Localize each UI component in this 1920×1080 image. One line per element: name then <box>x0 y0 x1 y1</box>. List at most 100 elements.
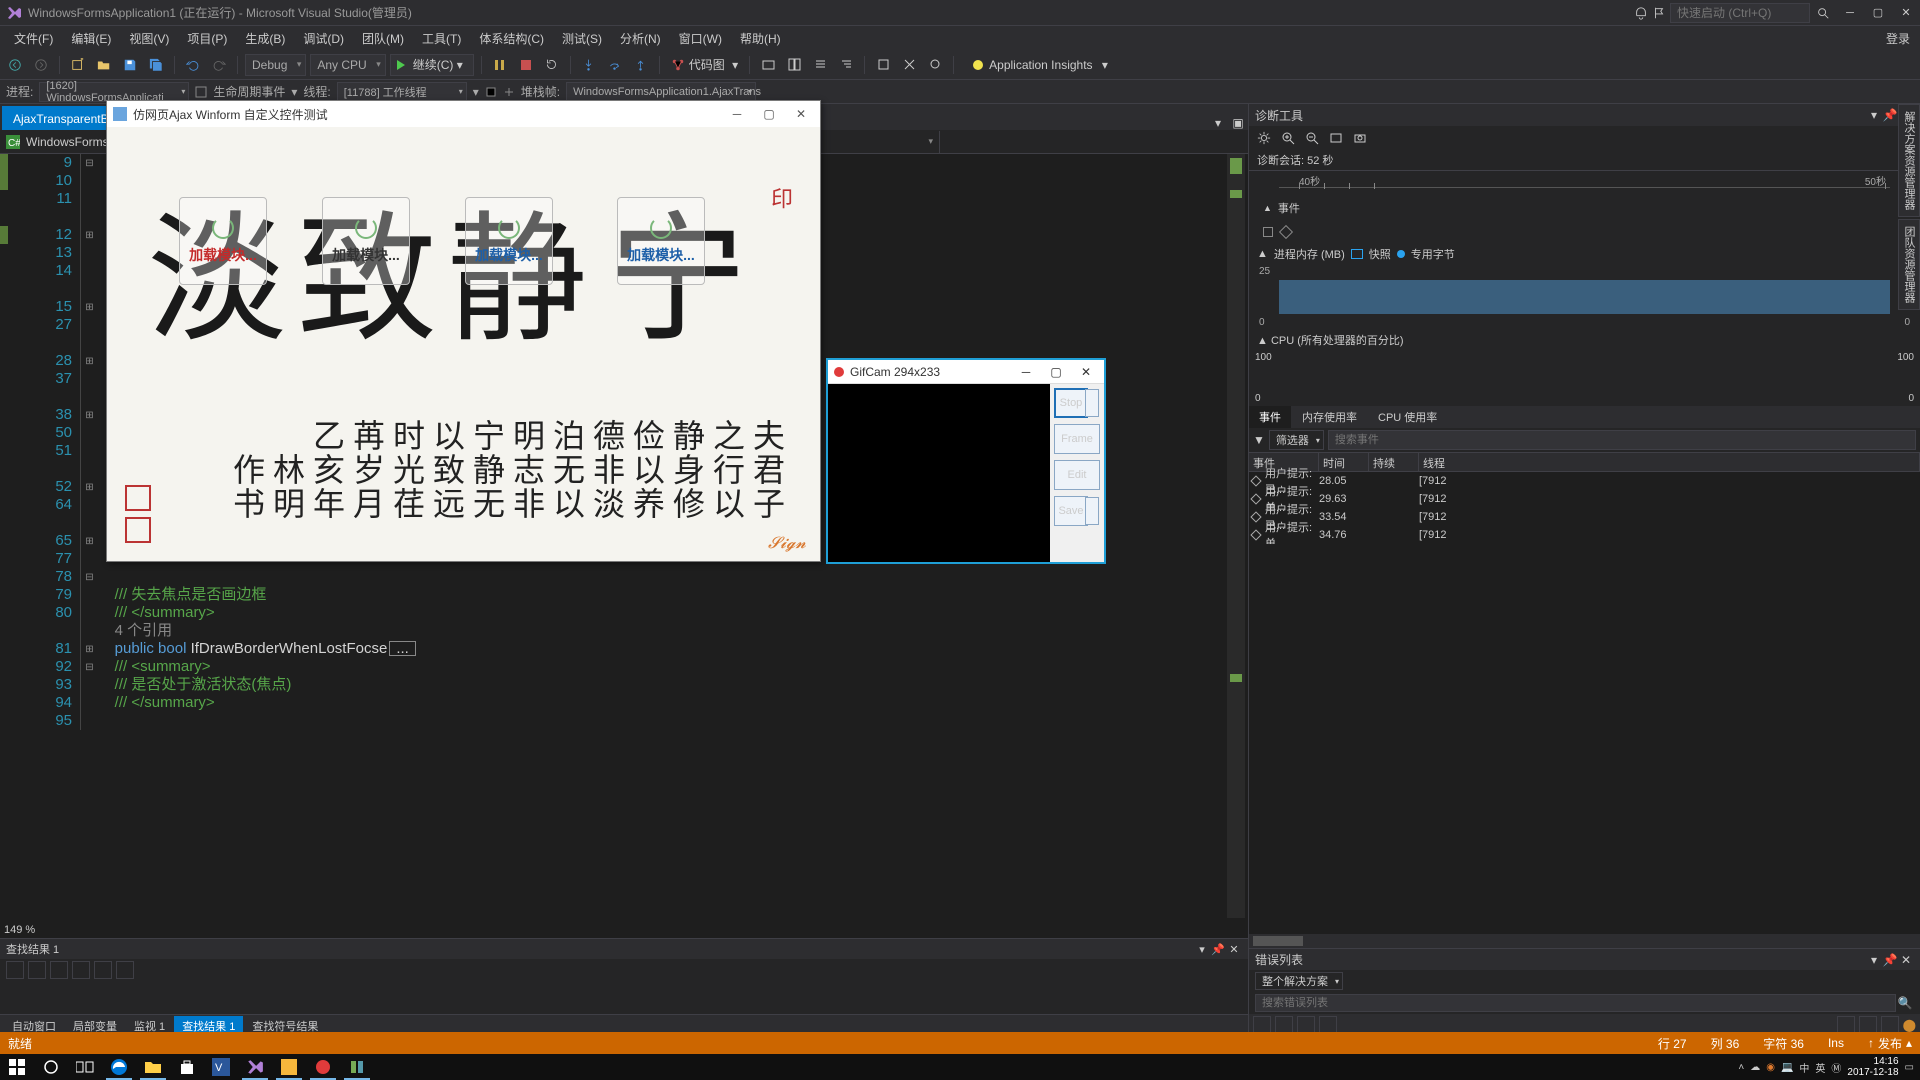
pause-icon[interactable] <box>489 54 511 76</box>
menu-analyze[interactable]: 分析(N) <box>612 27 669 50</box>
overview-ruler[interactable] <box>1227 154 1245 918</box>
winform-min[interactable]: ─ <box>724 104 750 124</box>
tabs-fullscreen[interactable]: ▣ <box>1228 116 1248 130</box>
tray-action-center-icon[interactable]: ▭ <box>1905 1062 1914 1073</box>
step-out-icon[interactable] <box>630 54 652 76</box>
nav-back-icon[interactable] <box>4 54 26 76</box>
tb-gifcam[interactable] <box>306 1054 340 1080</box>
lifecycle-icon[interactable] <box>195 86 207 98</box>
diag-tool-reset[interactable] <box>1327 129 1345 147</box>
filter-combo[interactable]: 筛选器 <box>1269 430 1324 450</box>
diag-tab-events[interactable]: 事件 <box>1249 406 1291 428</box>
diag-tab-memory[interactable]: 内存使用率 <box>1292 406 1367 428</box>
nav-fwd-icon[interactable] <box>30 54 52 76</box>
minimize-button[interactable]: ─ <box>1836 2 1864 24</box>
gifcam-preview[interactable] <box>828 384 1050 562</box>
err-scope-combo[interactable]: 整个解决方案 <box>1255 972 1343 990</box>
search-icon[interactable] <box>1816 6 1830 20</box>
menu-file[interactable]: 文件(F) <box>6 27 61 50</box>
menu-window[interactable]: 窗口(W) <box>671 27 730 50</box>
continue-button[interactable]: 继续(C) ▾ <box>390 54 474 76</box>
stop-icon[interactable] <box>515 54 537 76</box>
tb-extra-2[interactable] <box>783 54 805 76</box>
tb2-b[interactable] <box>485 86 497 98</box>
maximize-button[interactable]: ▢ <box>1864 2 1892 24</box>
tray-ime1[interactable]: 中 <box>1799 1060 1809 1075</box>
tb-explorer[interactable] <box>136 1054 170 1080</box>
redo-icon[interactable] <box>208 54 230 76</box>
diag-row[interactable]: 用户提示: 单...29.63[7912 <box>1249 490 1920 508</box>
gifcam-edit-button[interactable]: Edit <box>1054 460 1100 490</box>
ft-btn-5[interactable] <box>94 961 112 979</box>
ft-btn-4[interactable] <box>72 961 90 979</box>
tb-extra-7[interactable] <box>924 54 946 76</box>
tb-extra-6[interactable] <box>898 54 920 76</box>
menu-arch[interactable]: 体系结构(C) <box>471 27 552 50</box>
tb-edge[interactable] <box>102 1054 136 1080</box>
diag-search-input[interactable] <box>1328 430 1916 450</box>
winform-max[interactable]: ▢ <box>756 104 782 124</box>
tray-ime2[interactable]: 英 <box>1815 1060 1825 1075</box>
menu-project[interactable]: 项目(P) <box>179 27 235 50</box>
panel-pin-icon[interactable]: 📌 <box>1210 943 1226 956</box>
menu-tools[interactable]: 工具(T) <box>414 27 469 50</box>
step-into-icon[interactable] <box>578 54 600 76</box>
new-project-icon[interactable] <box>67 54 89 76</box>
err-pin[interactable]: 📌 <box>1882 953 1898 967</box>
diag-tool-zoom-in[interactable] <box>1279 129 1297 147</box>
load-btn-4[interactable]: 加载模块... <box>627 245 695 265</box>
tb-extra-4[interactable] <box>835 54 857 76</box>
tb-app1[interactable] <box>272 1054 306 1080</box>
filter-icon[interactable]: ▼ <box>1253 433 1265 447</box>
undo-icon[interactable] <box>182 54 204 76</box>
menu-test[interactable]: 测试(S) <box>554 27 610 50</box>
winform-test-window[interactable]: 仿网页Ajax Winform 自定义控件测试 ─ ▢ ✕ 淡 致 静 宁 印 … <box>106 100 821 562</box>
save-icon[interactable] <box>119 54 141 76</box>
save-all-icon[interactable] <box>145 54 167 76</box>
notification-icon[interactable] <box>1634 6 1648 20</box>
tb-extra-3[interactable] <box>809 54 831 76</box>
col-time[interactable]: 时间 <box>1319 453 1369 471</box>
cortana-icon[interactable] <box>34 1054 68 1080</box>
tb-extra-1[interactable] <box>757 54 779 76</box>
build-intellisense-icon[interactable]: ⬤ <box>1903 1018 1916 1032</box>
gifcam-min[interactable]: ─ <box>1014 363 1038 381</box>
diag-pin[interactable]: 📌 <box>1882 108 1898 122</box>
menu-debug[interactable]: 调试(D) <box>295 27 352 50</box>
menu-help[interactable]: 帮助(H) <box>732 27 789 50</box>
ft-btn-6[interactable] <box>116 961 134 979</box>
menu-build[interactable]: 生成(B) <box>237 27 293 50</box>
menu-view[interactable]: 视图(V) <box>121 27 177 50</box>
tb-extra-5[interactable] <box>872 54 894 76</box>
process-combo[interactable]: [1620] WindowsFormsApplicati <box>39 82 189 102</box>
ft-btn-3[interactable] <box>50 961 68 979</box>
load-btn-1[interactable]: 加载模块... <box>189 245 257 265</box>
diag-row[interactable]: 用户提示: 单...34.76[7912 <box>1249 526 1920 544</box>
diag-row[interactable]: 用户提示: 已...33.54[7912 <box>1249 508 1920 526</box>
stackframe-combo[interactable]: WindowsFormsApplication1.AjaxTrans <box>566 82 756 102</box>
task-view-icon[interactable] <box>68 1054 102 1080</box>
gifcam-close[interactable]: ✕ <box>1074 363 1098 381</box>
gifcam-max[interactable]: ▢ <box>1044 363 1068 381</box>
memory-chart[interactable]: 2525 00 <box>1249 264 1920 330</box>
tb-app2[interactable] <box>340 1054 374 1080</box>
gifcam-frame-button[interactable]: Frame <box>1054 424 1100 454</box>
app-insights-button[interactable]: Application Insights ▾ <box>967 54 1114 76</box>
load-btn-2[interactable]: 加载模块... <box>332 245 400 265</box>
tb2-a[interactable]: ▾ <box>473 85 479 99</box>
panel-close-icon[interactable]: ✕ <box>1226 943 1242 956</box>
load-btn-3[interactable]: 加载模块... <box>475 245 543 265</box>
tabs-dropdown[interactable]: ▾ <box>1208 116 1228 130</box>
diag-hscroll[interactable] <box>1249 934 1920 948</box>
col-dur[interactable]: 持续时... <box>1369 453 1419 471</box>
open-icon[interactable] <box>93 54 115 76</box>
thread-combo[interactable]: [11788] 工作线程 <box>337 82 467 102</box>
winform-close[interactable]: ✕ <box>788 104 814 124</box>
config-combo[interactable]: Debug <box>245 54 306 76</box>
status-publish[interactable]: ↑ 发布 ▴ <box>1868 1035 1912 1052</box>
diag-dropdown[interactable]: ▾ <box>1866 108 1882 122</box>
step-over-icon[interactable] <box>604 54 626 76</box>
code-map-button[interactable]: 代码图 ▾ <box>667 54 742 76</box>
diag-ruler[interactable]: 40秒 50秒 <box>1249 170 1920 196</box>
restart-icon[interactable] <box>541 54 563 76</box>
